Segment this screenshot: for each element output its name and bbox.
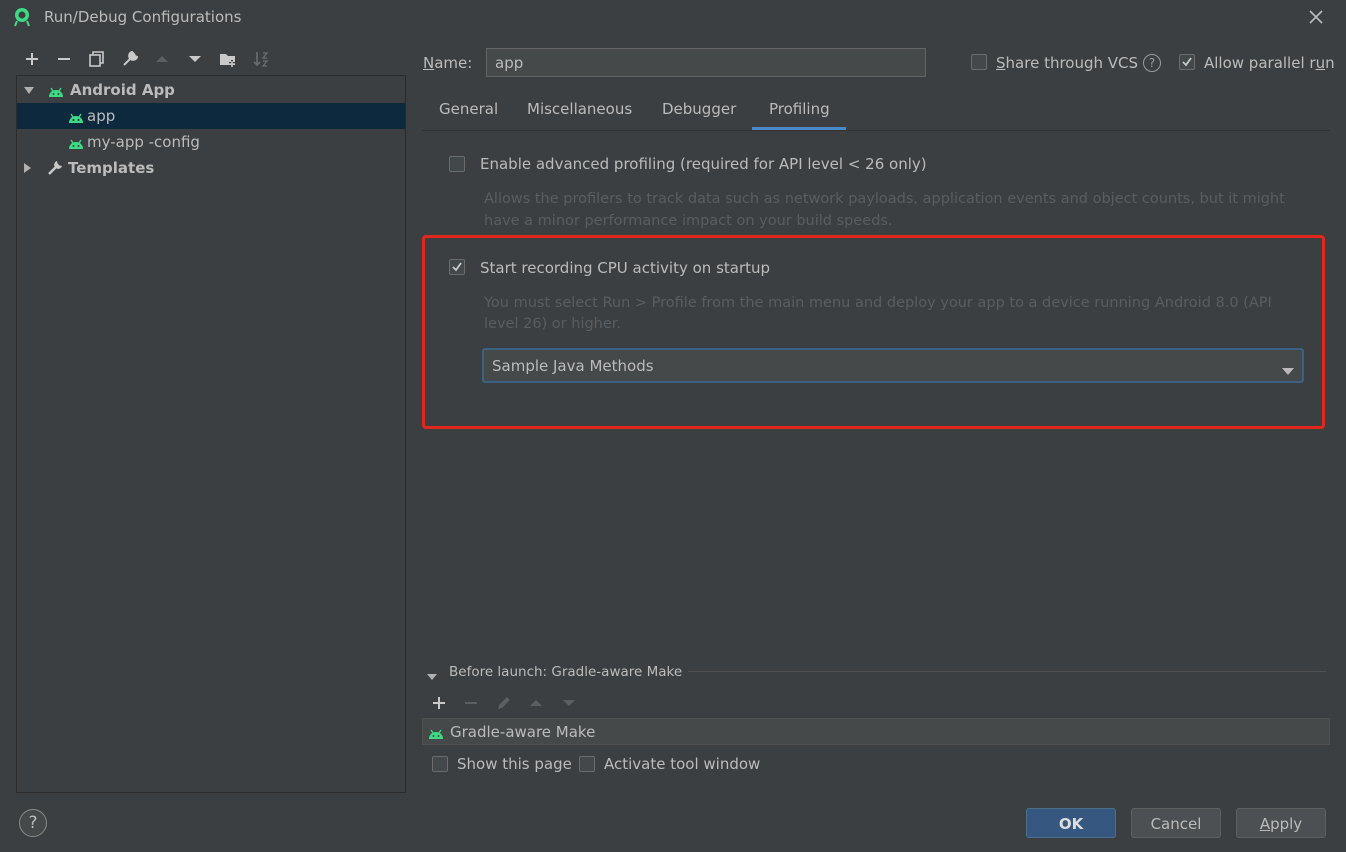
copy-icon[interactable]	[87, 49, 107, 69]
name-label: Name:	[423, 54, 473, 72]
configuration-tree: Android App app my-app -config Templates	[16, 75, 406, 793]
android-icon	[68, 136, 84, 149]
move-down-icon[interactable]	[560, 694, 578, 712]
expand-arrow-right-icon[interactable]	[20, 161, 34, 175]
cpu-recording-label: Start recording CPU activity on startup	[480, 259, 771, 277]
advanced-profiling-description: have a minor performance impact on your …	[484, 213, 893, 229]
remove-icon[interactable]	[54, 49, 74, 69]
list-item[interactable]: Gradle-aware Make	[450, 723, 595, 741]
activate-tool-window-label: Activate tool window	[604, 755, 761, 773]
wrench-icon[interactable]	[120, 49, 140, 69]
title-bar: Run/Debug Configurations	[0, 0, 1346, 36]
tab-profiling[interactable]: Profiling	[769, 100, 830, 130]
add-icon[interactable]	[22, 49, 42, 69]
active-tab-indicator	[752, 127, 846, 130]
share-vcs-checkbox[interactable]	[971, 54, 987, 70]
advanced-profiling-label: Enable advanced profiling (required for …	[480, 155, 927, 173]
allow-parallel-checkbox[interactable]	[1179, 54, 1195, 70]
cpu-method-dropdown[interactable]: Sample Java Methods	[482, 348, 1304, 383]
android-studio-logo-icon	[12, 7, 32, 27]
add-icon[interactable]	[430, 694, 448, 712]
tab-general[interactable]: General	[439, 100, 498, 130]
show-this-page-label: Show this page	[457, 755, 572, 773]
expand-arrow-down-icon[interactable]	[22, 83, 36, 97]
move-up-icon[interactable]	[527, 694, 545, 712]
tree-node-android-app[interactable]: Android App	[17, 77, 405, 103]
tree-node-label: my-app -config	[87, 133, 200, 151]
before-launch-list: Gradle-aware Make	[422, 718, 1330, 745]
cancel-button[interactable]: Cancel	[1131, 808, 1221, 838]
cpu-recording-description: You must select Run > Profile from the m…	[484, 295, 1272, 311]
android-icon	[68, 110, 84, 123]
show-this-page-checkbox[interactable]	[432, 756, 448, 772]
advanced-profiling-checkbox[interactable]	[449, 156, 465, 172]
tab-miscellaneous[interactable]: Miscellaneous	[527, 100, 632, 130]
cpu-method-selected: Sample Java Methods	[492, 357, 654, 375]
android-icon	[48, 84, 64, 97]
tree-node-app[interactable]: app	[17, 103, 405, 129]
window-title: Run/Debug Configurations	[44, 8, 242, 26]
remove-icon[interactable]	[462, 694, 480, 712]
tree-node-templates[interactable]: Templates	[17, 155, 405, 181]
share-vcs-label: Share through VCS	[996, 54, 1139, 72]
before-launch-label: Before launch: Gradle-aware Make	[449, 664, 683, 680]
tab-debugger[interactable]: Debugger	[662, 100, 736, 130]
cpu-recording-checkbox[interactable]	[449, 259, 465, 275]
edit-icon[interactable]	[495, 694, 513, 712]
tree-node-label: app	[87, 107, 116, 125]
close-icon[interactable]	[1304, 5, 1328, 29]
help-icon[interactable]: ?	[1143, 54, 1161, 72]
chevron-down-icon	[1282, 362, 1294, 375]
before-launch-divider	[688, 671, 1326, 672]
move-down-icon[interactable]	[185, 49, 205, 69]
cpu-recording-description: level 26) or higher.	[484, 316, 622, 332]
name-input[interactable]	[486, 48, 926, 77]
activate-tool-window-checkbox[interactable]	[579, 756, 595, 772]
tree-node-my-app-config[interactable]: my-app -config	[17, 129, 405, 155]
ok-button[interactable]: OK	[1026, 808, 1116, 838]
android-icon	[428, 726, 444, 744]
tree-node-label: Templates	[68, 159, 155, 177]
wrench-icon	[46, 159, 64, 177]
advanced-profiling-description: Allows the profilers to track data such …	[484, 191, 1285, 207]
help-button[interactable]: ?	[19, 809, 47, 837]
allow-parallel-label: Allow parallel run	[1204, 54, 1335, 72]
apply-button[interactable]: Apply	[1236, 808, 1326, 838]
move-up-icon[interactable]	[152, 49, 172, 69]
collapse-arrow-icon[interactable]	[426, 668, 438, 680]
tree-node-label: Android App	[70, 81, 175, 99]
sort-icon[interactable]	[251, 49, 271, 69]
folder-add-icon[interactable]	[218, 49, 238, 69]
tab-divider	[422, 130, 1330, 131]
